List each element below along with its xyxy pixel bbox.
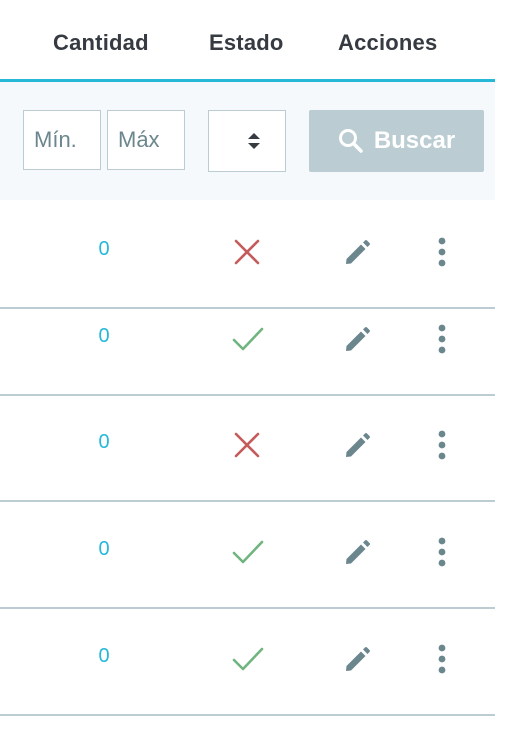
search-icon: [338, 129, 363, 153]
check-icon: [232, 327, 264, 351]
table-header: Cantidad Estado Acciones: [0, 0, 495, 82]
edit-button[interactable]: [342, 645, 372, 680]
table-row: 0: [0, 287, 495, 396]
pencil-icon: [346, 540, 370, 564]
status-inactive[interactable]: [231, 236, 263, 273]
status-active[interactable]: [231, 536, 265, 573]
check-icon: [232, 540, 264, 564]
pencil-icon: [346, 433, 370, 457]
more-actions-button[interactable]: [436, 237, 448, 274]
cross-icon: [234, 432, 260, 458]
status-active[interactable]: [231, 643, 265, 680]
quantity-min-input[interactable]: [23, 110, 101, 170]
table-row: 0: [0, 607, 495, 716]
column-header-actions: Acciones: [338, 30, 438, 55]
quantity-value[interactable]: 0: [96, 325, 112, 348]
filter-row: Buscar: [0, 82, 495, 200]
check-icon: [232, 647, 264, 671]
more-actions-button[interactable]: [436, 537, 448, 574]
vertical-dots-icon: [438, 537, 446, 567]
pencil-icon: [346, 647, 370, 671]
search-button[interactable]: Buscar: [309, 110, 484, 172]
table-row: 0: [0, 393, 495, 502]
vertical-dots-icon: [438, 430, 446, 460]
quantity-value[interactable]: 0: [96, 538, 112, 561]
column-header-quantity[interactable]: Cantidad: [53, 30, 149, 56]
table-row: 0: [0, 500, 495, 609]
quantity-value[interactable]: 0: [96, 645, 112, 668]
more-actions-button[interactable]: [436, 644, 448, 681]
cross-icon: [234, 239, 260, 265]
pencil-icon: [346, 240, 370, 264]
status-select[interactable]: [208, 110, 286, 172]
quantity-value[interactable]: 0: [96, 431, 112, 454]
status-active[interactable]: [231, 323, 265, 360]
sort-caret-icon: [248, 133, 260, 149]
vertical-dots-icon: [438, 324, 446, 354]
edit-button[interactable]: [342, 431, 372, 466]
more-actions-button[interactable]: [436, 324, 448, 361]
products-table: Cantidad Estado Acciones Buscar 0: [0, 0, 509, 750]
pencil-icon: [346, 327, 370, 351]
search-button-label: Buscar: [373, 127, 456, 154]
more-actions-button[interactable]: [436, 430, 448, 467]
vertical-dots-icon: [438, 237, 446, 267]
quantity-value[interactable]: 0: [96, 238, 112, 261]
edit-button[interactable]: [342, 238, 372, 273]
quantity-max-input[interactable]: [107, 110, 185, 170]
edit-button[interactable]: [342, 325, 372, 360]
vertical-dots-icon: [438, 644, 446, 674]
status-inactive[interactable]: [231, 429, 263, 466]
column-header-status[interactable]: Estado: [209, 30, 284, 56]
edit-button[interactable]: [342, 538, 372, 573]
